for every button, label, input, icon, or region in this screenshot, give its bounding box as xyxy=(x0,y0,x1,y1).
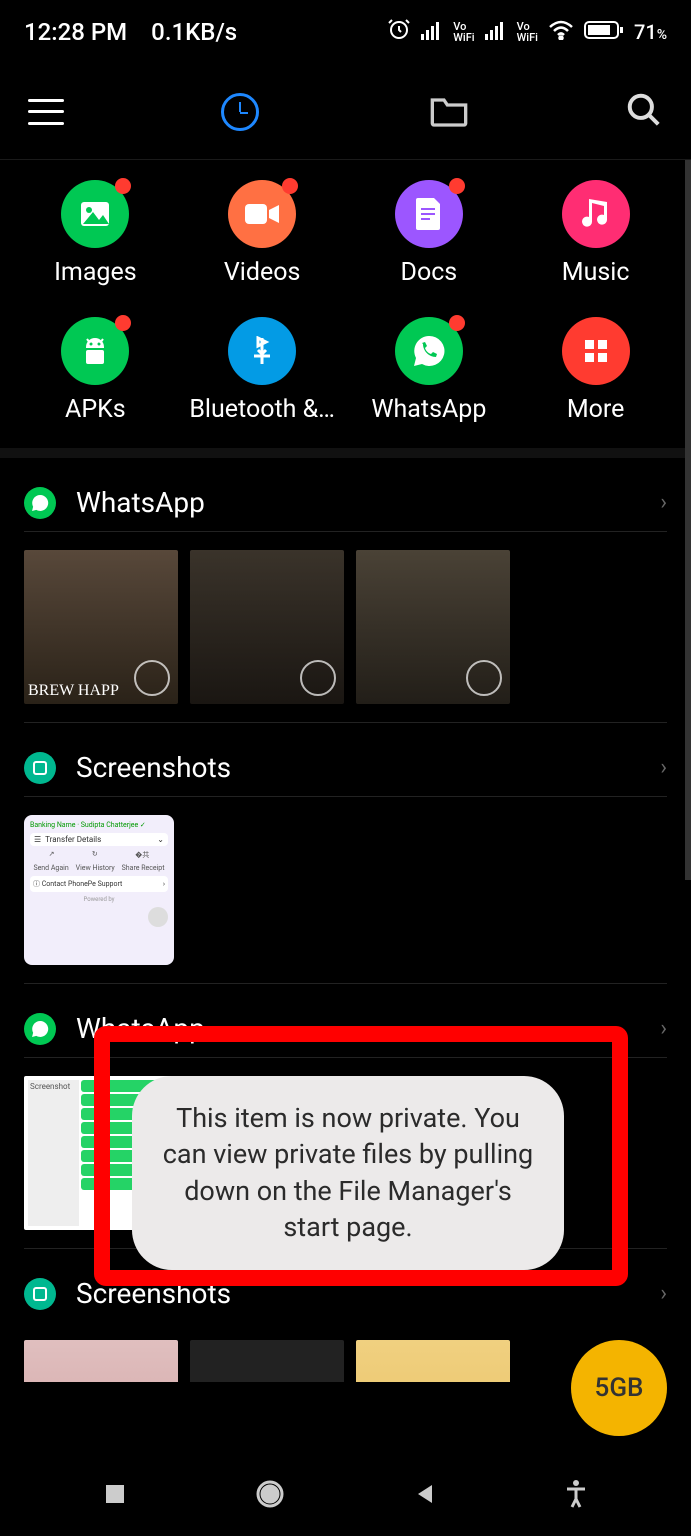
category-music[interactable]: Music xyxy=(512,180,679,287)
toast-message: This item is now private. You can view p… xyxy=(132,1076,564,1270)
category-more[interactable]: More xyxy=(512,317,679,424)
chevron-right-icon: › xyxy=(660,1281,667,1306)
category-bluetooth[interactable]: Bluetooth &… xyxy=(179,317,346,424)
category-docs[interactable]: Docs xyxy=(346,180,513,287)
section-title: Screenshots xyxy=(76,751,231,784)
media-thumbnail[interactable] xyxy=(190,550,344,704)
storage-fab[interactable]: 5GB xyxy=(571,1340,667,1436)
nav-accessibility[interactable] xyxy=(563,1479,589,1513)
nav-recents[interactable] xyxy=(102,1481,128,1511)
nav-back[interactable] xyxy=(412,1481,438,1511)
app-bar xyxy=(0,64,691,160)
system-nav-bar xyxy=(0,1456,691,1536)
category-label: APKs xyxy=(65,395,126,424)
section-title: WhatsApp xyxy=(76,486,205,519)
media-thumbnail[interactable]: Banking Name · Sudipta Chatterjee ✓ ☰ Tr… xyxy=(24,815,174,965)
search-button[interactable] xyxy=(625,91,663,133)
whatsapp-icon xyxy=(24,1013,56,1045)
category-label: Docs xyxy=(401,258,458,287)
nav-home[interactable] xyxy=(253,1477,287,1515)
category-label: Bluetooth &… xyxy=(189,395,335,424)
chevron-right-icon: › xyxy=(660,1016,667,1041)
whatsapp-icon xyxy=(24,487,56,519)
category-label: WhatsApp xyxy=(371,395,486,424)
category-apks[interactable]: APKs xyxy=(12,317,179,424)
chevron-right-icon: › xyxy=(660,490,667,515)
section-screenshots-1: Screenshots › Banking Name · Sudipta Cha… xyxy=(0,723,691,984)
category-label: More xyxy=(567,395,625,424)
vowifi-icon-2: VoWiFi xyxy=(517,21,538,43)
tab-folders[interactable] xyxy=(429,92,469,132)
menu-button[interactable] xyxy=(28,99,64,125)
status-speed: 0.1KB/s xyxy=(151,18,237,46)
media-thumbnail[interactable] xyxy=(190,1340,344,1382)
category-videos[interactable]: Videos xyxy=(179,180,346,287)
section-header[interactable]: WhatsApp › xyxy=(24,474,667,532)
media-thumbnail[interactable] xyxy=(24,1340,178,1382)
wifi-icon xyxy=(548,18,574,46)
scrollbar[interactable] xyxy=(685,160,691,880)
category-whatsapp[interactable]: WhatsApp xyxy=(346,317,513,424)
vowifi-icon: VoWiFi xyxy=(453,21,474,43)
signal-icon xyxy=(421,18,443,46)
status-bar: 12:28 PM 0.1KB/s VoWiFi VoWiFi 71% xyxy=(0,0,691,64)
section-whatsapp-1: WhatsApp › BREW HAPP xyxy=(0,458,691,723)
tab-recent[interactable] xyxy=(221,93,259,131)
category-label: Images xyxy=(54,258,137,287)
alarm-icon xyxy=(387,17,411,47)
category-grid: Images Videos Docs Music APKs Bluetooth … xyxy=(0,160,691,458)
screenshot-icon xyxy=(24,1278,56,1310)
screenshot-icon xyxy=(24,752,56,784)
signal-icon-2 xyxy=(485,18,507,46)
category-label: Music xyxy=(562,258,630,287)
category-label: Videos xyxy=(224,258,301,287)
category-images[interactable]: Images xyxy=(12,180,179,287)
battery-percent: 71% xyxy=(634,20,667,44)
section-header[interactable]: Screenshots › xyxy=(24,739,667,797)
media-thumbnail[interactable] xyxy=(356,550,510,704)
media-thumbnail[interactable] xyxy=(356,1340,510,1382)
battery-icon xyxy=(584,18,624,46)
status-time: 12:28 PM xyxy=(24,18,127,46)
media-thumbnail[interactable]: BREW HAPP xyxy=(24,550,178,704)
chevron-right-icon: › xyxy=(660,755,667,780)
